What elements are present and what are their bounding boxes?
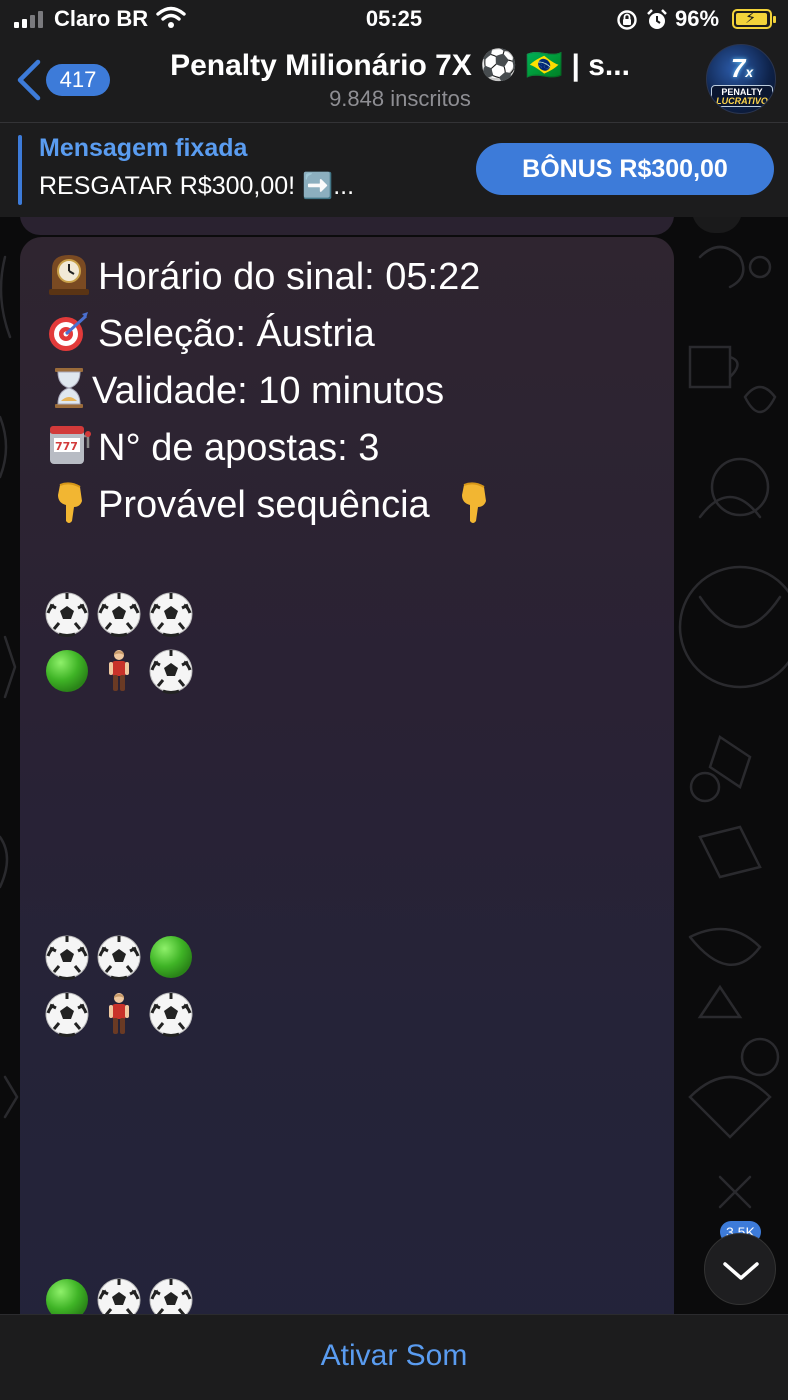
bets-line: 777 N° de apostas: 3 [46,422,379,471]
activate-sound-button[interactable]: Ativar Som [0,1339,788,1373]
sequence-text: Provável sequência [98,484,430,526]
green-circle-icon [44,1277,90,1314]
soccer-ball-icon [148,648,194,694]
subscriber-count: 9.848 inscritos [329,86,471,111]
soccer-ball-icon [96,1277,142,1314]
chat-header: 417 Penalty Milionário 7X ⚽️ 🇧🇷 | s... 9… [0,40,788,122]
channel-title[interactable]: Penalty Milionário 7X ⚽️ 🇧🇷 | s... [120,48,680,83]
green-circle-icon [148,934,194,980]
validity-text: Validade: 10 minutos [92,370,445,412]
clock: 05:25 [365,6,423,31]
rotation-lock-icon [617,10,637,30]
pinned-indicator [18,135,22,205]
avatar-logo-x: x [745,64,754,80]
bonus-button[interactable]: BÔNUS R$300,00 [476,143,774,195]
soccer-ball-icon [44,991,90,1037]
battery-icon: ⚡ [732,9,776,29]
bets-text: N° de apostas: 3 [98,427,380,469]
goalkeeper-icon [96,648,142,694]
selection-line: Seleção: Áustria [46,308,375,357]
signal-time-text: Horário do sinal: 05:22 [98,256,481,298]
pinned-message-bar[interactable]: Mensagem fixada RESGATAR R$300,00! ➡️...… [0,123,788,217]
bottom-bar: Ativar Som [0,1314,788,1400]
penalty-grid-row [44,648,194,694]
hourglass-icon [55,368,83,408]
avatar-logo-line2: LUCRATIVO [716,96,768,106]
soccer-ball-icon [148,591,194,637]
soccer-ball-icon [148,1277,194,1314]
previous-message-bubble[interactable] [20,217,674,235]
soccer-ball-icon [148,991,194,1037]
soccer-ball-icon [96,934,142,980]
pinned-title: Mensagem fixada [39,134,248,162]
pointing-down-icon [58,482,82,523]
alarm-icon [647,9,667,29]
penalty-grid-row [44,1277,194,1314]
message-bubble[interactable]: Horário do sinal: 05:22 Seleção: Áustria… [20,237,674,1314]
slot-machine-icon: 777 [50,426,91,464]
channel-avatar[interactable]: 7x PENALTY LUCRATIVO [706,44,776,114]
signal-time-line: Horário do sinal: 05:22 [46,251,480,300]
soccer-ball-icon [44,934,90,980]
penalty-grid-row [44,934,194,980]
unread-count-badge[interactable]: 417 [46,64,110,96]
chevron-down-icon [723,1262,759,1280]
goalkeeper-icon [96,991,142,1037]
chat-area[interactable]: Horário do sinal: 05:22 Seleção: Áustria… [0,217,788,1314]
back-chevron-icon[interactable] [14,58,44,102]
soccer-ball-icon [44,591,90,637]
battery-percentage: 96% [675,6,720,31]
avatar-logo-number: 7 [730,53,746,83]
selection-text: Seleção: Áustria [98,313,375,355]
pointing-down-icon [462,482,487,523]
validity-line: Validade: 10 minutos [46,365,444,414]
mantelpiece-clock-icon [49,255,89,295]
sequence-line: Provável sequência [46,479,502,528]
status-bar: Claro BR 05:25 96% ⚡ [0,0,788,40]
scroll-down-button[interactable] [704,1233,776,1305]
svg-text:777: 777 [55,440,78,453]
green-circle-icon [44,648,90,694]
soccer-ball-icon [96,591,142,637]
penalty-grid-row [44,991,194,1037]
penalty-grid-row [44,591,194,637]
pinned-text: RESGATAR R$300,00! ➡️... [39,172,355,200]
dart-target-icon [49,312,88,351]
